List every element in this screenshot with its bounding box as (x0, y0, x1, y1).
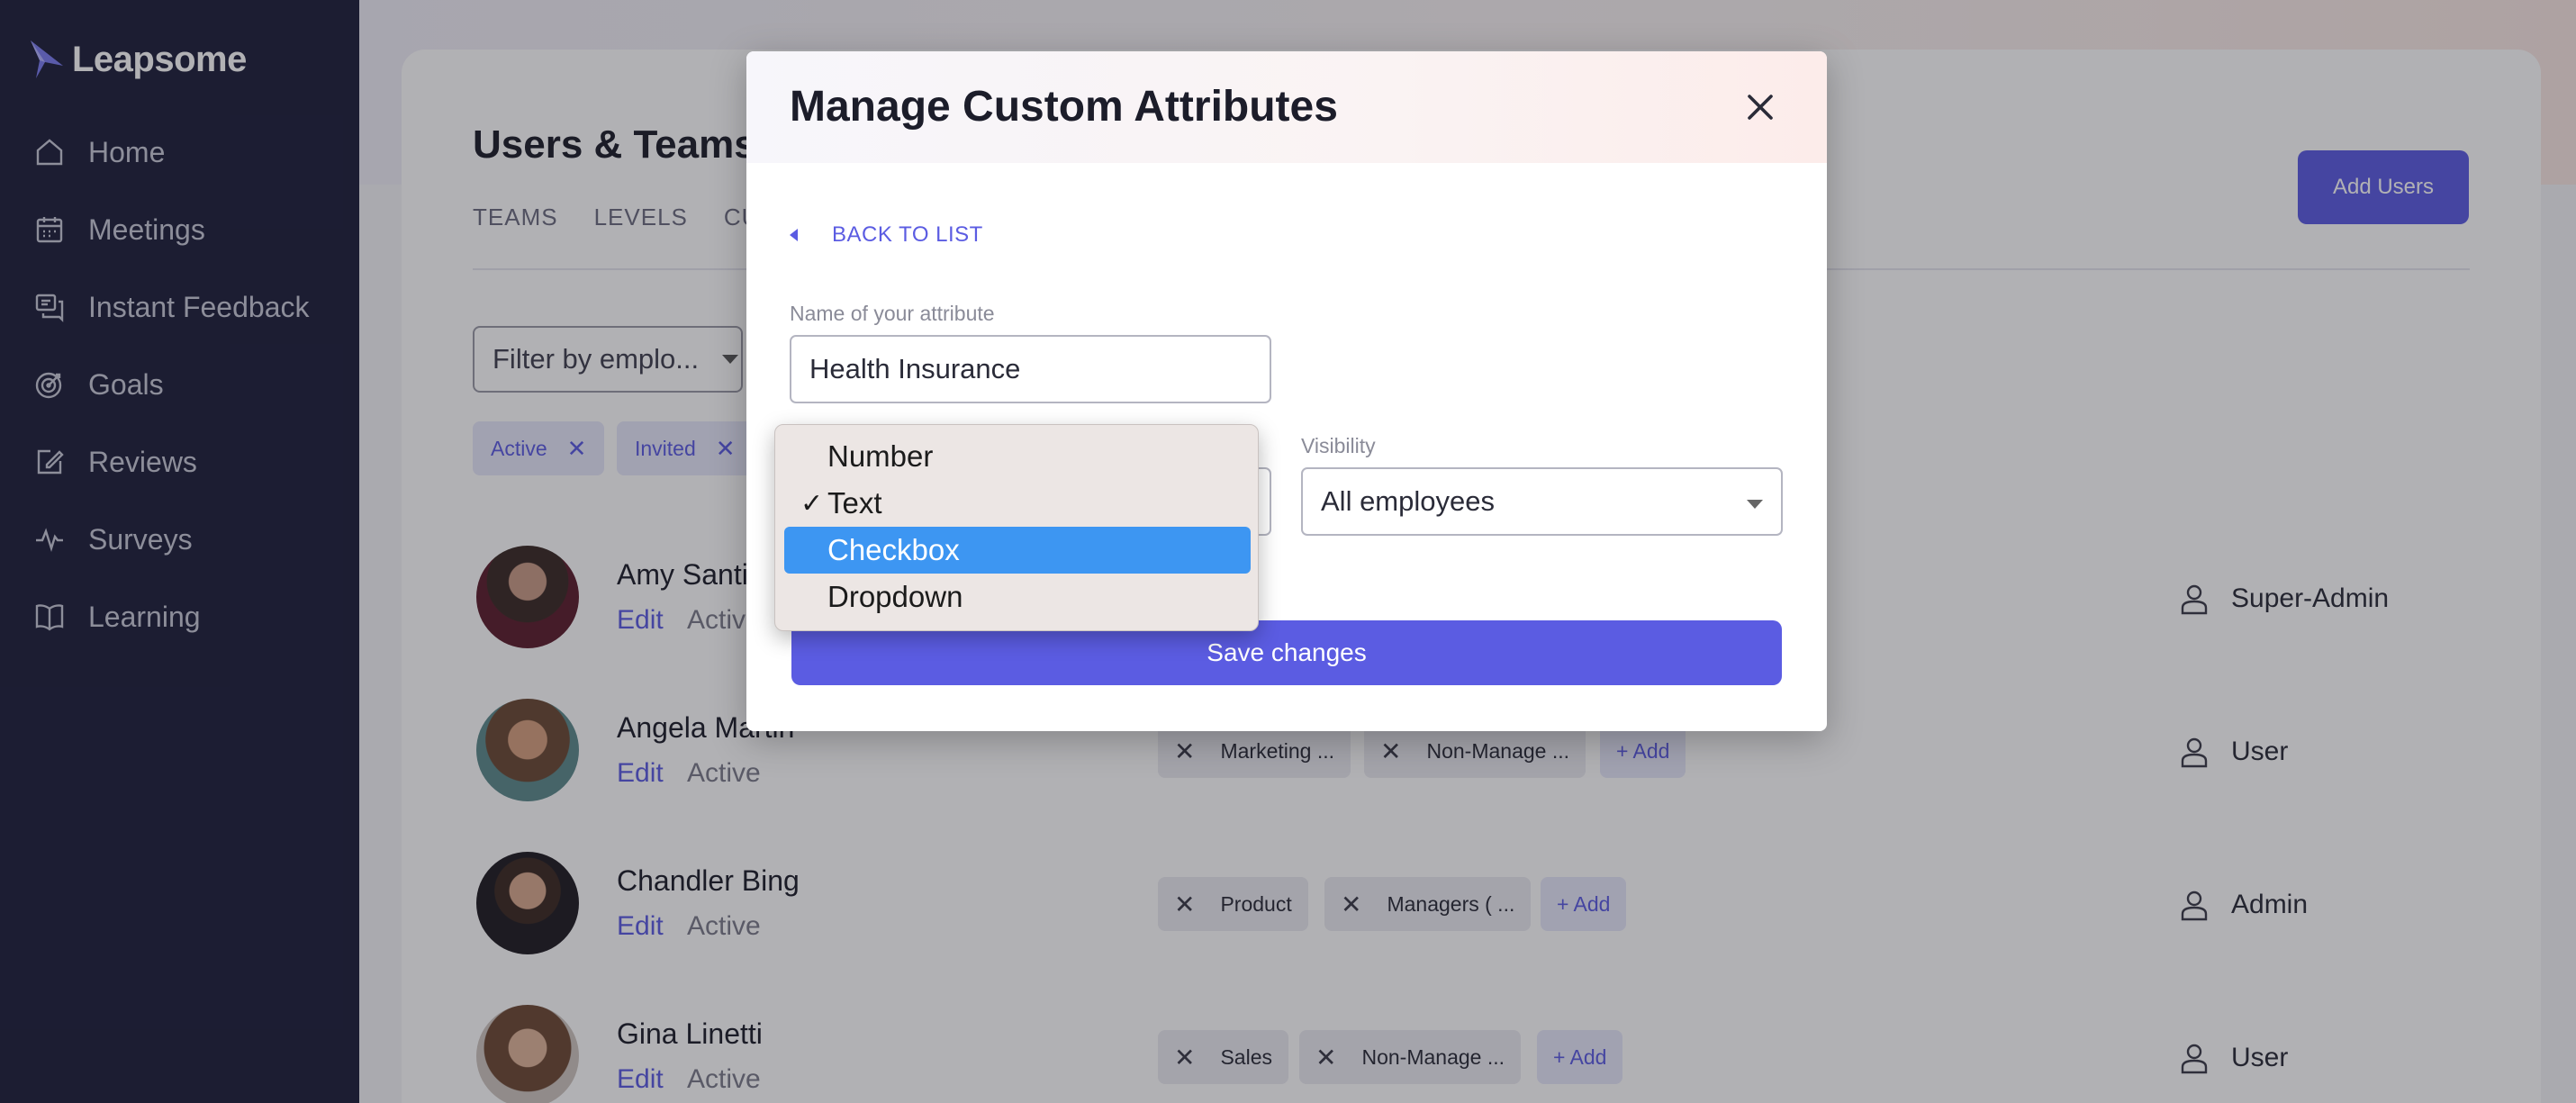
menu-item-label: Checkbox (827, 533, 960, 566)
menu-item-number[interactable]: Number (784, 433, 1251, 480)
close-button[interactable] (1740, 87, 1780, 127)
close-icon (1748, 95, 1773, 120)
visibility-label: Visibility (1301, 434, 1376, 457)
menu-item-label: Text (827, 486, 882, 520)
menu-item-dropdown[interactable]: Dropdown (784, 574, 1251, 620)
menu-item-text[interactable]: ✓ Text (784, 480, 1251, 527)
back-label: BACK TO LIST (832, 222, 983, 247)
caret-down-icon (1747, 500, 1763, 509)
modal-title: Manage Custom Attributes (790, 83, 1338, 131)
back-to-list-link[interactable]: BACK TO LIST (790, 217, 983, 253)
attribute-name-label: Name of your attribute (790, 302, 995, 325)
visibility-select[interactable]: All employees (1301, 467, 1783, 536)
visibility-value: All employees (1321, 485, 1495, 517)
caret-left-icon (790, 229, 798, 241)
menu-item-label: Dropdown (827, 580, 963, 613)
menu-item-checkbox[interactable]: Checkbox (784, 527, 1251, 574)
attribute-name-input[interactable] (790, 335, 1271, 403)
checkmark-icon: ✓ (800, 488, 824, 519)
attribute-type-menu: Number ✓ Text Checkbox Dropdown (774, 424, 1259, 631)
menu-item-label: Number (827, 439, 934, 473)
